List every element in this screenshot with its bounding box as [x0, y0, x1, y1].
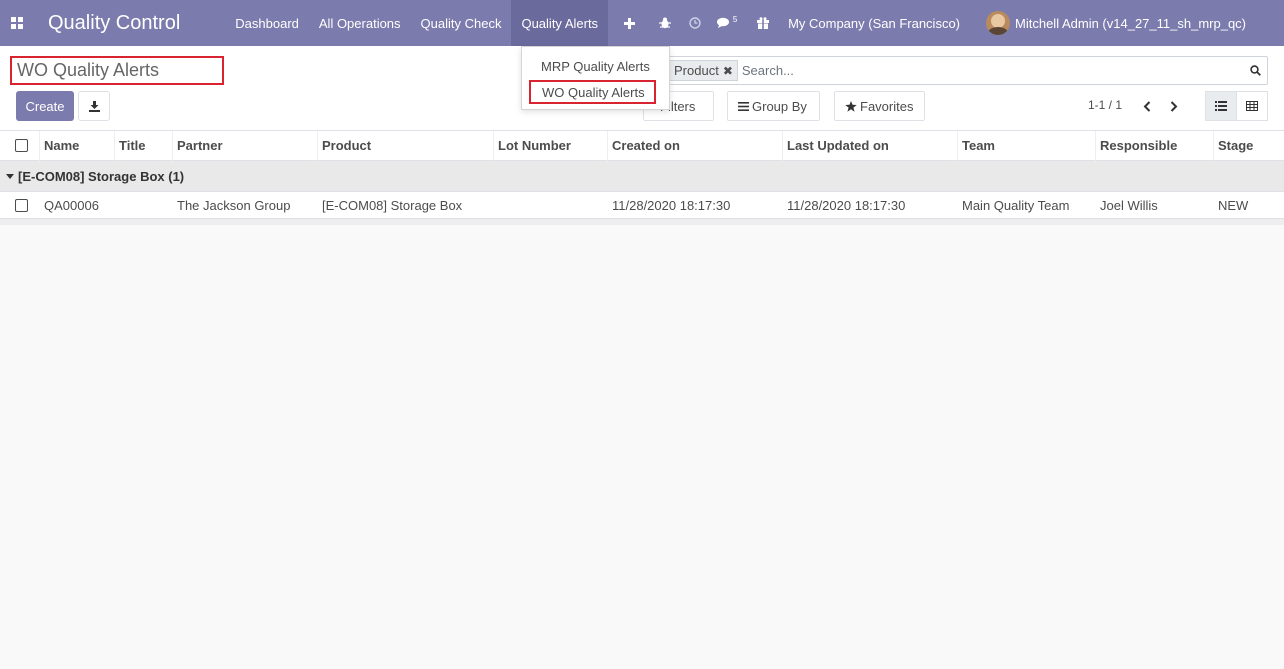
bug-icon[interactable] [650, 0, 680, 46]
messages-icon[interactable]: 5 [710, 0, 744, 46]
column-header-name[interactable]: Name [40, 130, 115, 161]
cell-name: QA00006 [44, 197, 99, 213]
column-header-team[interactable]: Team [958, 130, 1096, 161]
clock-icon[interactable] [680, 0, 710, 46]
menu-all-operations[interactable]: All Operations [309, 0, 411, 46]
list-view: Name Title Partner Product Lot Number Cr… [0, 130, 1284, 225]
column-header-responsible[interactable]: Responsible [1096, 130, 1214, 161]
pager-value[interactable]: 1-1 / 1 [1088, 98, 1122, 112]
cell-stage: NEW [1218, 197, 1249, 213]
column-header-created-on[interactable]: Created on [608, 130, 783, 161]
group-by-label: Group By [752, 98, 807, 114]
table-header: Name Title Partner Product Lot Number Cr… [0, 130, 1284, 161]
list-icon [738, 101, 749, 111]
caret-down-icon [6, 173, 14, 179]
search-facet: Product ✖ [669, 60, 738, 81]
favorites-label: Favorites [860, 98, 914, 114]
pager-previous-icon[interactable] [1138, 95, 1156, 117]
menu-dashboard[interactable]: Dashboard [225, 0, 309, 46]
list-view-button[interactable] [1205, 91, 1237, 121]
table-icon [1246, 101, 1258, 111]
facet-remove-icon[interactable]: ✖ [723, 64, 733, 78]
avatar [986, 11, 1011, 35]
dropdown-item-mrp-quality-alerts[interactable]: MRP Quality Alerts [529, 54, 663, 78]
cell-last-updated-on: 11/28/2020 18:17:30 [787, 197, 906, 213]
search-input[interactable] [741, 63, 1243, 78]
group-by-button[interactable]: Group By [727, 91, 820, 121]
star-icon [845, 100, 857, 112]
row-checkbox[interactable] [15, 198, 28, 212]
quality-alerts-dropdown: MRP Quality Alerts WO Quality Alerts [521, 46, 670, 110]
group-row[interactable]: [E-COM08] Storage Box (1) [0, 161, 1284, 192]
pivot-view-button[interactable] [1236, 91, 1268, 121]
messages-count: 5 [732, 14, 738, 24]
search-bar: Product ✖ [666, 56, 1268, 85]
favorites-button[interactable]: Favorites [834, 91, 925, 121]
list-footer [0, 219, 1284, 225]
apps-menu-icon[interactable] [0, 0, 34, 46]
column-header-partner[interactable]: Partner [173, 130, 318, 161]
select-all-checkbox[interactable] [15, 139, 28, 152]
dropdown-item-wo-quality-alerts[interactable]: WO Quality Alerts [529, 80, 656, 104]
company-switcher[interactable]: My Company (San Francisco) [788, 16, 960, 31]
facet-label: Product [674, 63, 719, 78]
breadcrumb: WO Quality Alerts [10, 56, 224, 85]
select-all-checkbox-cell[interactable] [0, 130, 40, 161]
cell-responsible: Joel Willis [1100, 197, 1158, 213]
pager-next-icon[interactable] [1165, 95, 1183, 117]
create-button[interactable]: Create [16, 91, 74, 121]
download-icon [88, 100, 100, 112]
user-name: Mitchell Admin (v14_27_11_sh_mrp_qc) [1015, 15, 1247, 31]
search-icon[interactable] [1243, 65, 1267, 76]
group-label: [E-COM08] Storage Box (1) [18, 168, 185, 184]
cell-product: [E-COM08] Storage Box [322, 197, 463, 213]
cell-team: Main Quality Team [962, 197, 1070, 213]
gift-icon[interactable] [748, 0, 778, 46]
cell-partner: The Jackson Group [177, 197, 291, 213]
column-header-title[interactable]: Title [115, 130, 173, 161]
plus-icon[interactable] [614, 0, 644, 46]
column-header-lot-number[interactable]: Lot Number [494, 130, 608, 161]
row-checkbox-cell[interactable] [0, 198, 40, 212]
column-header-stage[interactable]: Stage [1214, 131, 1284, 161]
app-title[interactable]: Quality Control [48, 12, 180, 35]
list-view-icon [1215, 101, 1227, 111]
menu-quality-alerts[interactable]: Quality Alerts [511, 0, 609, 46]
column-header-last-updated-on[interactable]: Last Updated on [783, 130, 958, 161]
column-header-product[interactable]: Product [318, 130, 494, 161]
cell-created-on: 11/28/2020 18:17:30 [612, 197, 731, 213]
user-menu[interactable]: Mitchell Admin (v14_27_11_sh_mrp_qc) [986, 11, 1246, 35]
table-row[interactable]: QA00006 The Jackson Group [E-COM08] Stor… [0, 192, 1284, 219]
download-button[interactable] [78, 91, 110, 121]
top-navbar: Quality Control Dashboard All Operations… [0, 0, 1284, 46]
menu-quality-check[interactable]: Quality Check [411, 0, 512, 46]
